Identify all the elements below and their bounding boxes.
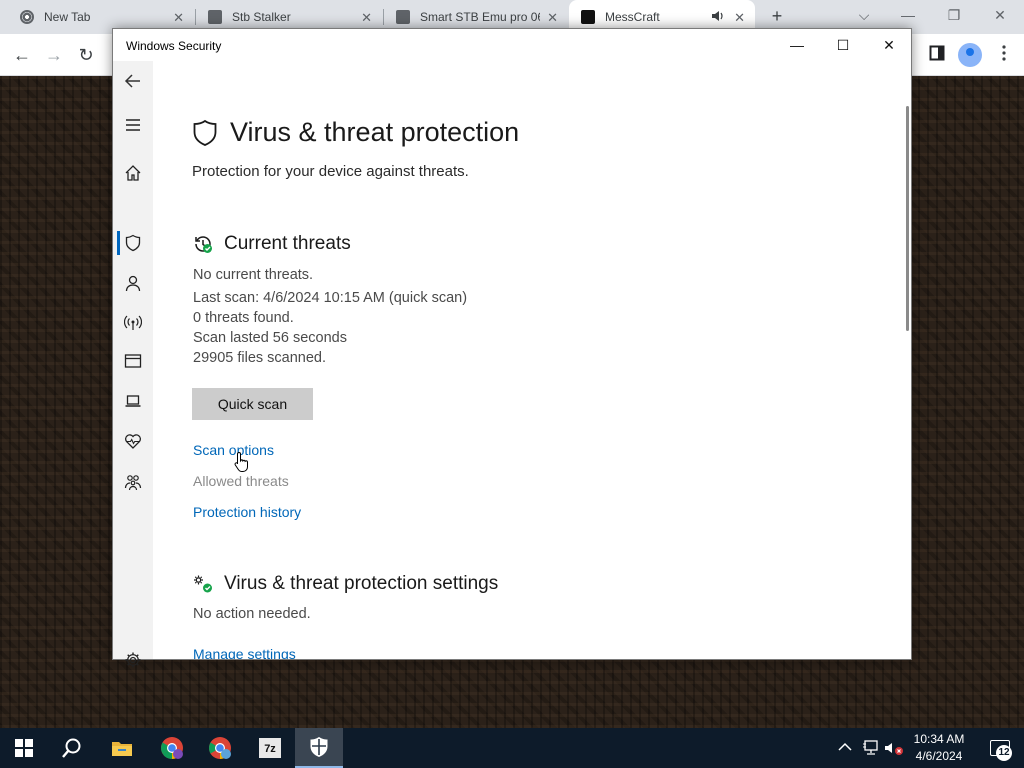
window-titlebar[interactable]: Windows Security — ☐ ✕ <box>113 29 911 61</box>
stb-icon <box>396 10 410 24</box>
volume-muted-icon[interactable] <box>884 740 904 759</box>
taskbar-clock[interactable]: 10:34 AM 4/6/2024 <box>902 731 976 765</box>
taskbar-file-explorer[interactable] <box>98 728 146 768</box>
tab-title: New Tab <box>44 10 91 24</box>
clock-date: 4/6/2024 <box>915 749 963 763</box>
scrollbar[interactable] <box>906 106 909 331</box>
search-icon <box>62 738 81 758</box>
side-panel-icon[interactable] <box>925 43 949 67</box>
home-icon[interactable] <box>113 157 153 189</box>
browser-menu-icon[interactable] <box>992 43 1016 67</box>
window-title: Windows Security <box>126 39 222 53</box>
audio-playing-icon[interactable] <box>711 9 725 26</box>
start-button[interactable] <box>0 728 48 768</box>
7zip-icon: 7z <box>259 738 281 758</box>
profile-avatar[interactable] <box>958 43 982 67</box>
firewall-network-icon[interactable] <box>113 306 153 338</box>
family-options-icon[interactable] <box>113 466 153 498</box>
navigation-rail <box>113 61 153 668</box>
new-tab-button[interactable]: + <box>766 5 788 27</box>
minimize-button[interactable]: — <box>774 29 820 61</box>
taskbar: 7z 10:34 AM 4/6/2024 12 <box>0 728 1024 768</box>
taskbar-7zip[interactable]: 7z <box>246 728 294 768</box>
app-browser-control-icon[interactable] <box>113 345 153 377</box>
tab-close-icon[interactable]: ✕ <box>734 10 745 26</box>
device-health-icon[interactable] <box>113 425 153 457</box>
allowed-threats-link[interactable]: Allowed threats <box>193 473 289 489</box>
device-security-icon[interactable] <box>113 385 153 417</box>
page-title: Virus & threat protection <box>230 117 520 147</box>
back-arrow-icon[interactable] <box>113 65 153 97</box>
section-title: Virus & threat protection settings <box>224 573 499 594</box>
reload-button[interactable]: ↻ <box>74 43 98 67</box>
browser-minimize-button[interactable]: — <box>894 4 922 26</box>
quick-scan-button[interactable]: Quick scan <box>192 388 313 420</box>
hamburger-menu-icon[interactable] <box>113 109 153 141</box>
browser-restore-button[interactable]: ❐ <box>940 4 968 26</box>
windows-security-window: Windows Security — ☐ ✕ Virus & threat pr… <box>112 28 912 668</box>
windows-security-icon <box>310 737 328 757</box>
taskbar-chrome[interactable] <box>148 728 196 768</box>
last-scan-text: Last scan: 4/6/2024 10:15 AM (quick scan… <box>193 290 468 306</box>
file-explorer-icon <box>112 742 132 756</box>
notification-count-badge: 12 <box>996 745 1012 761</box>
page-heading: Virus & threat protection <box>192 117 519 148</box>
tab-close-icon[interactable]: ✕ <box>361 10 372 26</box>
tab-title: Stb Stalker <box>232 10 291 24</box>
tab-search-icon[interactable]: ⌵ <box>850 4 878 26</box>
chrome-icon <box>20 10 34 24</box>
network-icon[interactable] <box>862 740 880 759</box>
show-hidden-icons-icon[interactable] <box>838 740 852 755</box>
files-scanned-text: 29905 files scanned. <box>193 350 327 366</box>
chrome-icon <box>161 737 183 759</box>
settings-gears-icon <box>194 575 212 593</box>
account-icon[interactable] <box>113 267 153 299</box>
threats-found-text: 0 threats found. <box>193 310 294 326</box>
tab-title: Smart STB Emu pro 06 <box>420 10 540 24</box>
maximize-button[interactable]: ☐ <box>820 29 866 61</box>
protection-history-link[interactable]: Protection history <box>193 504 301 520</box>
manage-settings-link[interactable]: Manage settings <box>193 646 296 659</box>
threat-status-text: No current threats. <box>193 267 314 283</box>
tab-title: MessCraft <box>605 10 660 24</box>
search-button[interactable] <box>48 728 96 768</box>
forward-button[interactable]: → <box>42 43 66 67</box>
scan-history-icon <box>195 236 212 253</box>
stb-icon <box>208 10 222 24</box>
browser-close-button[interactable]: ✕ <box>986 4 1014 26</box>
start-icon <box>15 739 33 757</box>
taskbar-chrome-profile[interactable] <box>196 728 244 768</box>
taskbar-windows-security[interactable] <box>295 728 343 768</box>
scan-duration-text: Scan lasted 56 seconds <box>193 330 347 346</box>
shield-icon[interactable] <box>113 227 153 259</box>
back-button[interactable]: ← <box>10 43 34 67</box>
section-title: Current threats <box>224 233 351 254</box>
tab-close-icon[interactable]: ✕ <box>173 10 184 26</box>
messcraft-icon <box>581 10 595 24</box>
hand-cursor-icon <box>234 451 248 472</box>
close-button[interactable]: ✕ <box>866 29 912 61</box>
current-threats-heading: Current threats <box>192 233 351 255</box>
settings-heading: Virus & threat protection settings <box>192 573 498 595</box>
page-subtitle: Protection for your device against threa… <box>192 163 469 180</box>
svg-text:7z: 7z <box>264 743 276 755</box>
settings-gear-icon[interactable] <box>113 644 153 676</box>
main-content: Virus & threat protection Protection for… <box>153 61 909 659</box>
settings-status-text: No action needed. <box>193 606 311 622</box>
tab-close-icon[interactable]: ✕ <box>547 10 558 26</box>
shield-icon <box>193 119 217 146</box>
clock-time: 10:34 AM <box>913 732 965 746</box>
chrome-profile-icon <box>209 737 231 759</box>
